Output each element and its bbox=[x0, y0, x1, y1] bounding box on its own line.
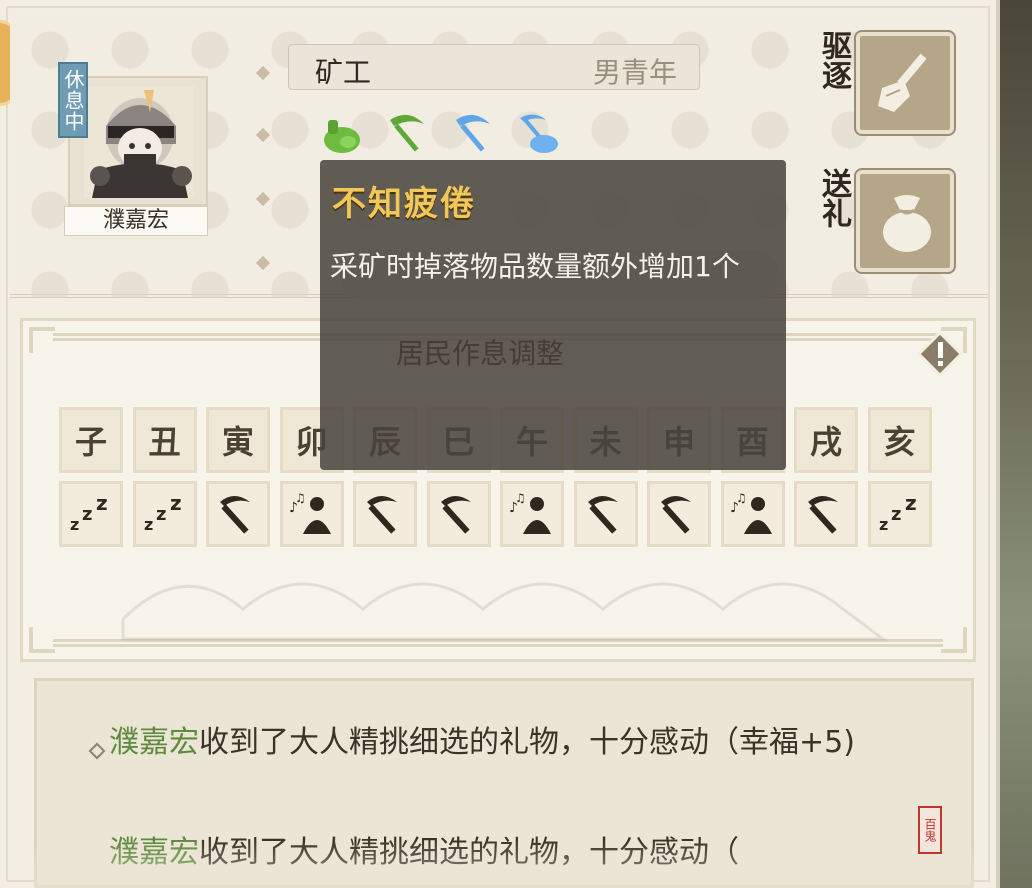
job-info-bar: 矿工 男青年 bbox=[288, 44, 700, 90]
log-bullet-icon bbox=[88, 742, 106, 760]
miner-portrait-icon bbox=[84, 86, 194, 198]
svg-text:z: z bbox=[144, 515, 153, 534]
activity-cell-mine[interactable] bbox=[353, 481, 417, 547]
avatar[interactable] bbox=[68, 76, 208, 206]
ore-bag-icon[interactable] bbox=[318, 110, 364, 156]
hour-cell[interactable]: 亥 bbox=[867, 407, 932, 473]
activity-cell-sleep[interactable]: zzz bbox=[59, 481, 123, 547]
gender-age-label: 男青年 bbox=[592, 56, 677, 89]
svg-text:♫: ♫ bbox=[295, 492, 306, 505]
activity-cell-leisure[interactable]: ♪ ♫ bbox=[279, 481, 344, 547]
svg-text:z: z bbox=[170, 494, 182, 515]
broom-icon bbox=[878, 53, 927, 112]
hour-cell[interactable]: 寅 bbox=[206, 407, 270, 473]
svg-text:z: z bbox=[891, 504, 901, 525]
hour-cell[interactable]: 子 bbox=[59, 407, 123, 473]
status-badge: 休息中 bbox=[58, 62, 88, 138]
resident-name: 濮嘉宏 bbox=[64, 206, 208, 236]
gift-bag-icon bbox=[883, 195, 931, 252]
warning-icon[interactable] bbox=[915, 329, 965, 379]
blue-pickaxe-icon[interactable] bbox=[450, 110, 496, 156]
activity-cell-mine[interactable] bbox=[794, 481, 858, 547]
log-entry: 濮嘉宏收到了大人精挑细选的礼物，十分感动（ bbox=[109, 831, 869, 875]
log-entry-text: 收到了大人精挑细选的礼物，十分感动（ bbox=[199, 835, 739, 870]
activity-cell-mine[interactable] bbox=[206, 481, 270, 547]
activity-cell-sleep[interactable]: zzz bbox=[867, 481, 932, 547]
svg-text:♫: ♫ bbox=[736, 492, 747, 505]
blue-ore-pickaxe-icon[interactable] bbox=[516, 110, 562, 156]
svg-text:z: z bbox=[82, 504, 92, 525]
hour-label: 亥 bbox=[883, 423, 916, 461]
tooltip-body: 采矿时掉落物品数量额外增加1个 bbox=[330, 250, 740, 283]
svg-text:z: z bbox=[879, 515, 888, 534]
leisure-music-icon: ♪♫ bbox=[730, 492, 772, 534]
schedule-adjust-label: 居民作息调整 bbox=[396, 337, 565, 370]
row-marker bbox=[255, 65, 271, 81]
svg-text:z: z bbox=[905, 494, 917, 515]
tool-skills-row bbox=[318, 110, 578, 156]
cloud-pattern-watermark bbox=[121, 582, 888, 641]
activity-cell-leisure[interactable]: ♪ ♫ bbox=[720, 481, 785, 547]
hour-cell[interactable]: 丑 bbox=[132, 407, 197, 473]
log-entry-text: 收到了大人精挑细选的礼物，十分感动（幸福+5) bbox=[199, 725, 855, 760]
sleep-icon: zzz bbox=[70, 494, 108, 534]
sleep-icon: zzz bbox=[144, 494, 182, 534]
job-title: 矿工 bbox=[315, 56, 372, 89]
svg-text:♫: ♫ bbox=[515, 492, 526, 505]
row-marker bbox=[255, 191, 271, 207]
leisure-music-icon: ♪♫ bbox=[289, 492, 331, 534]
activity-cell-leisure[interactable]: ♪ ♫ bbox=[500, 481, 564, 547]
leisure-music-icon: ♪♫ bbox=[509, 492, 551, 534]
pickaxe-icon bbox=[661, 496, 691, 534]
activity-cell-mine[interactable] bbox=[573, 481, 638, 547]
row-marker bbox=[255, 127, 271, 143]
svg-text:z: z bbox=[96, 494, 108, 515]
log-entry: 濮嘉宏收到了大人精挑细选的礼物，十分感动（幸福+5) bbox=[109, 721, 869, 765]
hour-label: 寅 bbox=[221, 423, 254, 461]
svg-text:z: z bbox=[70, 515, 79, 534]
log-entry-name: 濮嘉宏 bbox=[109, 835, 199, 870]
event-log[interactable]: 濮嘉宏收到了大人精挑细选的礼物，十分感动（幸福+5) 濮嘉宏收到了大人精挑细选的… bbox=[34, 678, 974, 888]
pickaxe-icon bbox=[808, 496, 838, 534]
gift-label: 送礼 bbox=[816, 168, 851, 228]
tooltip-title: 不知疲倦 bbox=[332, 184, 476, 224]
green-pickaxe-icon[interactable] bbox=[384, 110, 430, 156]
pickaxe-icon bbox=[587, 496, 618, 534]
resident-detail-panel: 休息中 濮嘉宏 矿工 男青年 驱逐 送礼 子 丑 寅 卯 戌 亥 z z z z… bbox=[0, 0, 1000, 888]
background-scene bbox=[1000, 0, 1032, 888]
trait-tooltip: 不知疲倦 采矿时掉落物品数量额外增加1个 居民作息调整 bbox=[320, 160, 786, 470]
expel-button[interactable] bbox=[856, 32, 954, 134]
pickaxe-icon bbox=[220, 496, 250, 534]
activity-cell-mine[interactable] bbox=[426, 481, 491, 547]
seal-stamp: 百鬼 bbox=[918, 806, 942, 854]
hour-label: 丑 bbox=[148, 423, 181, 461]
pickaxe-icon bbox=[367, 496, 397, 534]
log-entry-name: 濮嘉宏 bbox=[109, 725, 199, 760]
pickaxe-icon bbox=[440, 496, 471, 534]
svg-text:z: z bbox=[156, 504, 166, 525]
hour-label: 戌 bbox=[809, 423, 842, 461]
sleep-icon: zzz bbox=[879, 494, 917, 534]
row-marker bbox=[255, 255, 271, 271]
expel-label: 驱逐 bbox=[816, 30, 851, 90]
hour-cell[interactable]: 戌 bbox=[794, 407, 858, 473]
activity-cell-mine[interactable] bbox=[647, 481, 711, 547]
activity-cell-sleep[interactable]: zzz bbox=[132, 481, 197, 547]
hour-label: 子 bbox=[74, 423, 107, 461]
gift-button[interactable] bbox=[856, 170, 954, 272]
